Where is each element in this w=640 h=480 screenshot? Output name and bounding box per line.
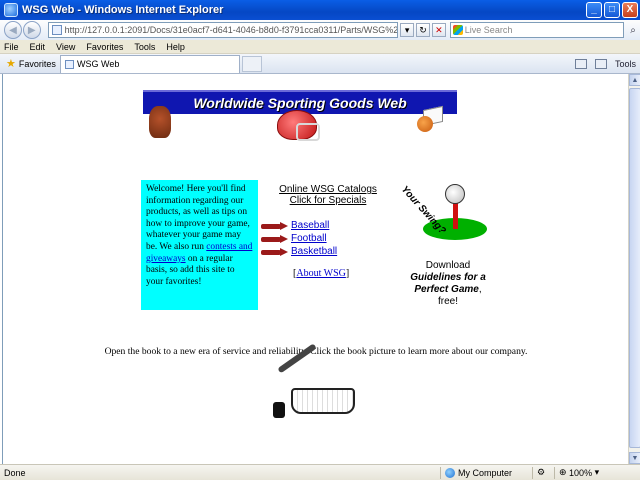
zoom-icon: ⊕ <box>559 467 570 477</box>
home-icon[interactable] <box>574 58 587 69</box>
protected-mode-icon[interactable]: ⚙ <box>532 466 554 479</box>
refresh-icon[interactable]: ↻ <box>416 23 430 37</box>
download-guidelines-title: Guidelines for a Perfect Game <box>410 272 486 295</box>
chevron-down-icon: ▾ <box>592 467 600 477</box>
open-book-shape <box>291 388 355 414</box>
basketball-link[interactable]: Basketball <box>291 246 337 257</box>
about-section: [About WSG] <box>293 268 349 279</box>
tab-label: WSG Web <box>77 59 120 69</box>
catalog-header-line1[interactable]: Online WSG Catalogs <box>273 184 383 195</box>
menu-file[interactable]: File <box>4 42 19 52</box>
zoom-level: 100% <box>569 467 593 478</box>
print-icon[interactable] <box>594 58 607 69</box>
menu-view[interactable]: View <box>56 42 75 52</box>
new-tab-button[interactable] <box>242 55 262 72</box>
back-button[interactable]: ◀ <box>4 21 22 39</box>
welcome-box: Welcome! Here you'll find information re… <box>141 180 258 310</box>
close-button[interactable]: X <box>622 2 638 18</box>
tab-bar: ★ Favorites WSG Web Tools <box>0 54 640 74</box>
window-title: WSG Web - Windows Internet Explorer <box>22 4 224 16</box>
about-bracket-close: ] <box>345 268 350 279</box>
list-item: Football <box>261 232 337 245</box>
security-zone[interactable]: My Computer <box>440 466 532 479</box>
stop-icon[interactable]: ✕ <box>431 23 446 37</box>
menu-bar: File Edit View Favorites Tools Help <box>0 40 640 54</box>
menu-help[interactable]: Help <box>166 42 185 52</box>
arrow-right-icon <box>261 221 289 230</box>
arrow-right-icon <box>261 247 289 256</box>
book-icon[interactable] <box>261 343 379 428</box>
baseball-link[interactable]: Baseball <box>291 220 329 231</box>
minimize-button[interactable]: _ <box>586 2 602 18</box>
inkwell-icon <box>273 402 285 418</box>
window-controls: _ □ X <box>586 2 638 18</box>
catalog-header: Online WSG Catalogs Click for Specials <box>273 184 383 206</box>
zoom-control[interactable]: ⊕ 100% ▾ <box>554 466 614 479</box>
menu-tools[interactable]: Tools <box>134 42 155 52</box>
download-guidelines[interactable]: Download Guidelines for a Perfect Game, … <box>403 260 493 308</box>
football-link[interactable]: Football <box>291 233 327 244</box>
football-helmet-icon <box>277 110 320 141</box>
baseball-glove-icon <box>149 106 171 138</box>
star-icon: ★ <box>6 58 16 70</box>
scroll-thumb[interactable] <box>629 88 640 448</box>
about-wsg-link[interactable]: About WSG <box>296 268 346 279</box>
golf-ball-shape <box>445 184 465 204</box>
tab-wsg-web[interactable]: WSG Web <box>60 54 240 73</box>
status-text: Done <box>4 467 26 478</box>
page-content: Worldwide Sporting Goods Web Welcome! He… <box>2 74 628 464</box>
golf-ball-icon[interactable]: Your Swing? <box>399 178 487 242</box>
zone-label: My Computer <box>458 467 513 478</box>
search-placeholder: Live Search <box>464 25 513 35</box>
address-url: http://127.0.0.1:2091/Docs/31e0acf7-d641… <box>64 25 399 35</box>
basketball-shape <box>417 116 433 132</box>
search-icon[interactable]: ⌕ <box>626 23 640 37</box>
status-bar: Done My Computer ⚙ ⊕ 100% ▾ <box>0 464 640 480</box>
address-toolbar: ◀ ▶ http://127.0.0.1:2091/Docs/31e0acf7-… <box>0 20 640 40</box>
favorites-button[interactable]: ★ Favorites <box>0 57 58 70</box>
golf-tee-shape <box>453 203 458 229</box>
page-icon <box>51 25 62 35</box>
address-dropdown-icon[interactable]: ▾ <box>400 23 415 37</box>
tools-button[interactable]: Tools <box>615 59 636 69</box>
vertical-scrollbar[interactable]: ▲ ▼ <box>628 74 640 464</box>
live-search-icon <box>452 25 463 35</box>
ie-app-icon <box>4 3 18 17</box>
tab-page-icon <box>65 59 74 69</box>
download-free: free! <box>437 296 458 307</box>
title-bar: WSG Web - Windows Internet Explorer _ □ … <box>0 0 640 20</box>
menu-favorites[interactable]: Favorites <box>86 42 123 52</box>
scroll-down-icon[interactable]: ▼ <box>629 452 640 464</box>
maximize-button[interactable]: □ <box>604 2 620 18</box>
computer-zone-icon <box>445 467 455 478</box>
download-line1: Download <box>425 260 471 271</box>
favorites-label: Favorites <box>18 58 56 69</box>
list-item: Baseball <box>261 219 337 232</box>
forward-button[interactable]: ▶ <box>22 21 41 39</box>
search-input[interactable]: Live Search <box>449 22 625 38</box>
command-bar: Tools <box>574 58 636 69</box>
catalog-header-line2[interactable]: Click for Specials <box>273 195 383 206</box>
address-input[interactable]: http://127.0.0.1:2091/Docs/31e0acf7-d641… <box>47 22 399 38</box>
catalog-list: Baseball Football Basketball <box>261 219 337 258</box>
menu-edit[interactable]: Edit <box>30 42 46 52</box>
list-item: Basketball <box>261 245 337 258</box>
basketball-hoop-icon <box>417 105 443 134</box>
arrow-right-icon <box>261 234 289 243</box>
scroll-up-icon[interactable]: ▲ <box>629 74 640 86</box>
